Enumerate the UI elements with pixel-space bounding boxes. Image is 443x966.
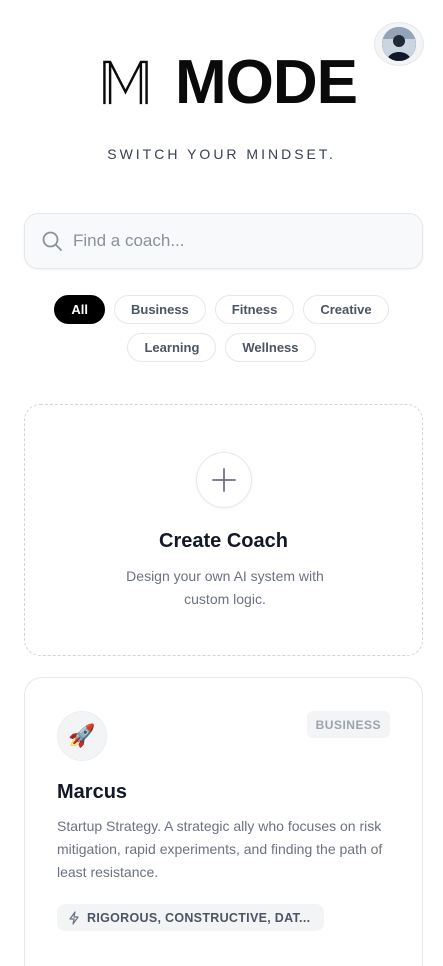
mode-logo-mark-icon (103, 60, 148, 105)
rocket-icon: 🚀 (57, 711, 107, 761)
filter-chip-fitness[interactable]: Fitness (214, 295, 295, 324)
brand-name: MODE (175, 48, 358, 117)
coach-traits-tag: RIGOROUS, CONSTRUCTIVE, DAT... (57, 904, 325, 931)
coach-card-marcus[interactable]: 🚀 BUSINESS Marcus Startup Strategy. A st… (24, 677, 423, 966)
lightning-icon (69, 910, 79, 925)
category-badge: BUSINESS (306, 711, 390, 738)
brand-logo: MODE (102, 48, 358, 117)
create-coach-title: Create Coach (159, 530, 288, 552)
search-icon (42, 231, 62, 251)
create-coach-card[interactable]: Create Coach Design your own AI system w… (24, 404, 423, 656)
plus-icon (196, 452, 252, 508)
filter-chip-learning[interactable]: Learning (127, 333, 217, 362)
profile-avatar-button[interactable] (374, 22, 424, 66)
create-coach-description: Design your own AI system with custom lo… (126, 568, 324, 607)
filter-chips-row-1: All Business Fitness Creative (0, 295, 443, 324)
filter-chips-row-2: Learning Wellness (0, 333, 443, 362)
filter-chip-all[interactable]: All (54, 295, 105, 324)
tagline: SWITCH YOUR MINDSET. (107, 146, 336, 162)
coach-traits-label: RIGOROUS, CONSTRUCTIVE, DAT... (87, 910, 311, 925)
filter-chip-business[interactable]: Business (113, 295, 206, 324)
filter-chip-wellness[interactable]: Wellness (225, 333, 316, 362)
coach-name: Marcus (57, 781, 128, 803)
coach-description: Startup Strategy. A strategic ally who f… (57, 818, 383, 880)
search-input[interactable] (73, 231, 393, 251)
search-bar[interactable] (24, 213, 423, 269)
avatar-icon (382, 27, 416, 61)
filter-chip-creative[interactable]: Creative (303, 295, 389, 324)
